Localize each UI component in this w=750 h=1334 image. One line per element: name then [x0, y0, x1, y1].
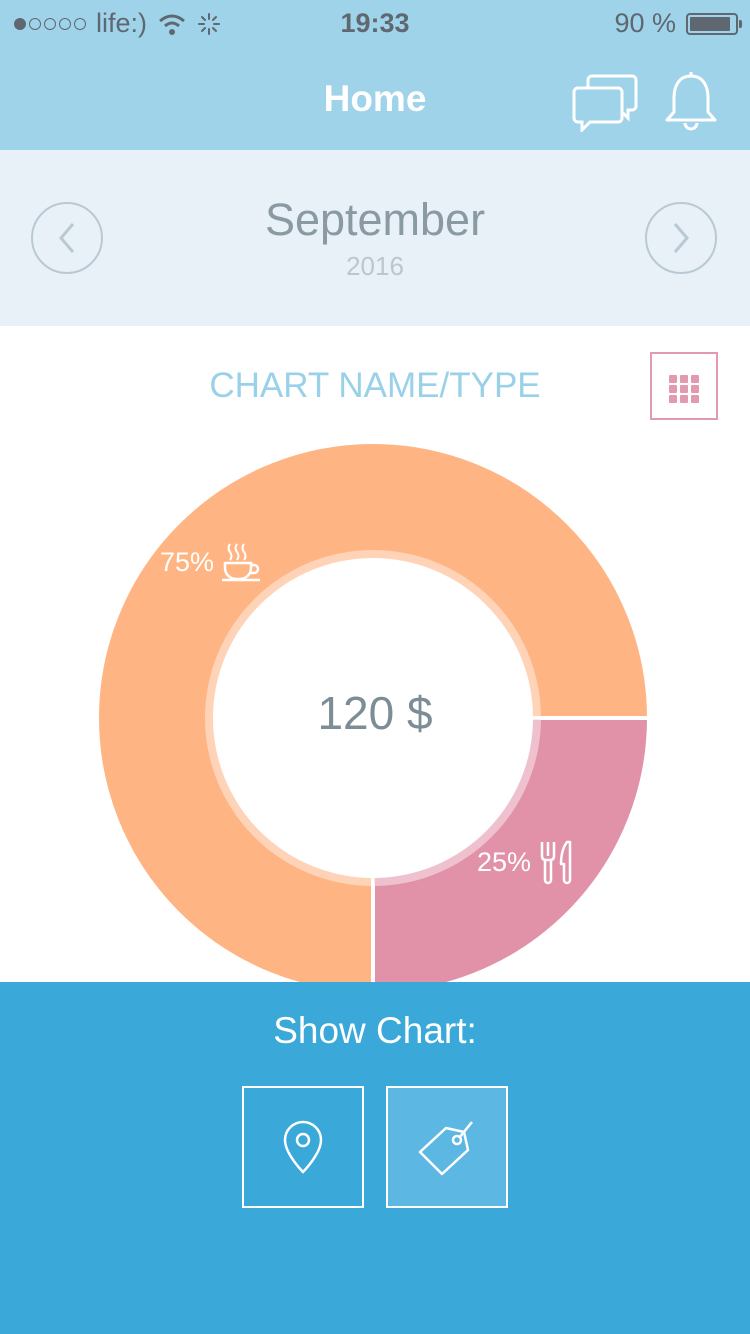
slice-label-coffee: 75% [160, 540, 262, 584]
coffee-cup-icon [222, 543, 261, 582]
slice-label-food: 25% [477, 838, 577, 886]
location-chart-button[interactable] [242, 1086, 364, 1208]
location-pin-icon [283, 1120, 323, 1174]
tag-chart-button[interactable] [386, 1086, 508, 1208]
chart-total: 120 $ [317, 687, 433, 739]
show-chart-title: Show Chart: [273, 1010, 477, 1051]
fork-knife-icon [540, 840, 572, 885]
slice-percent: 25% [477, 846, 532, 877]
slice-percent: 75% [160, 546, 215, 577]
show-chart-panel: Show Chart: [0, 982, 750, 1334]
price-tag-icon [418, 1121, 473, 1176]
